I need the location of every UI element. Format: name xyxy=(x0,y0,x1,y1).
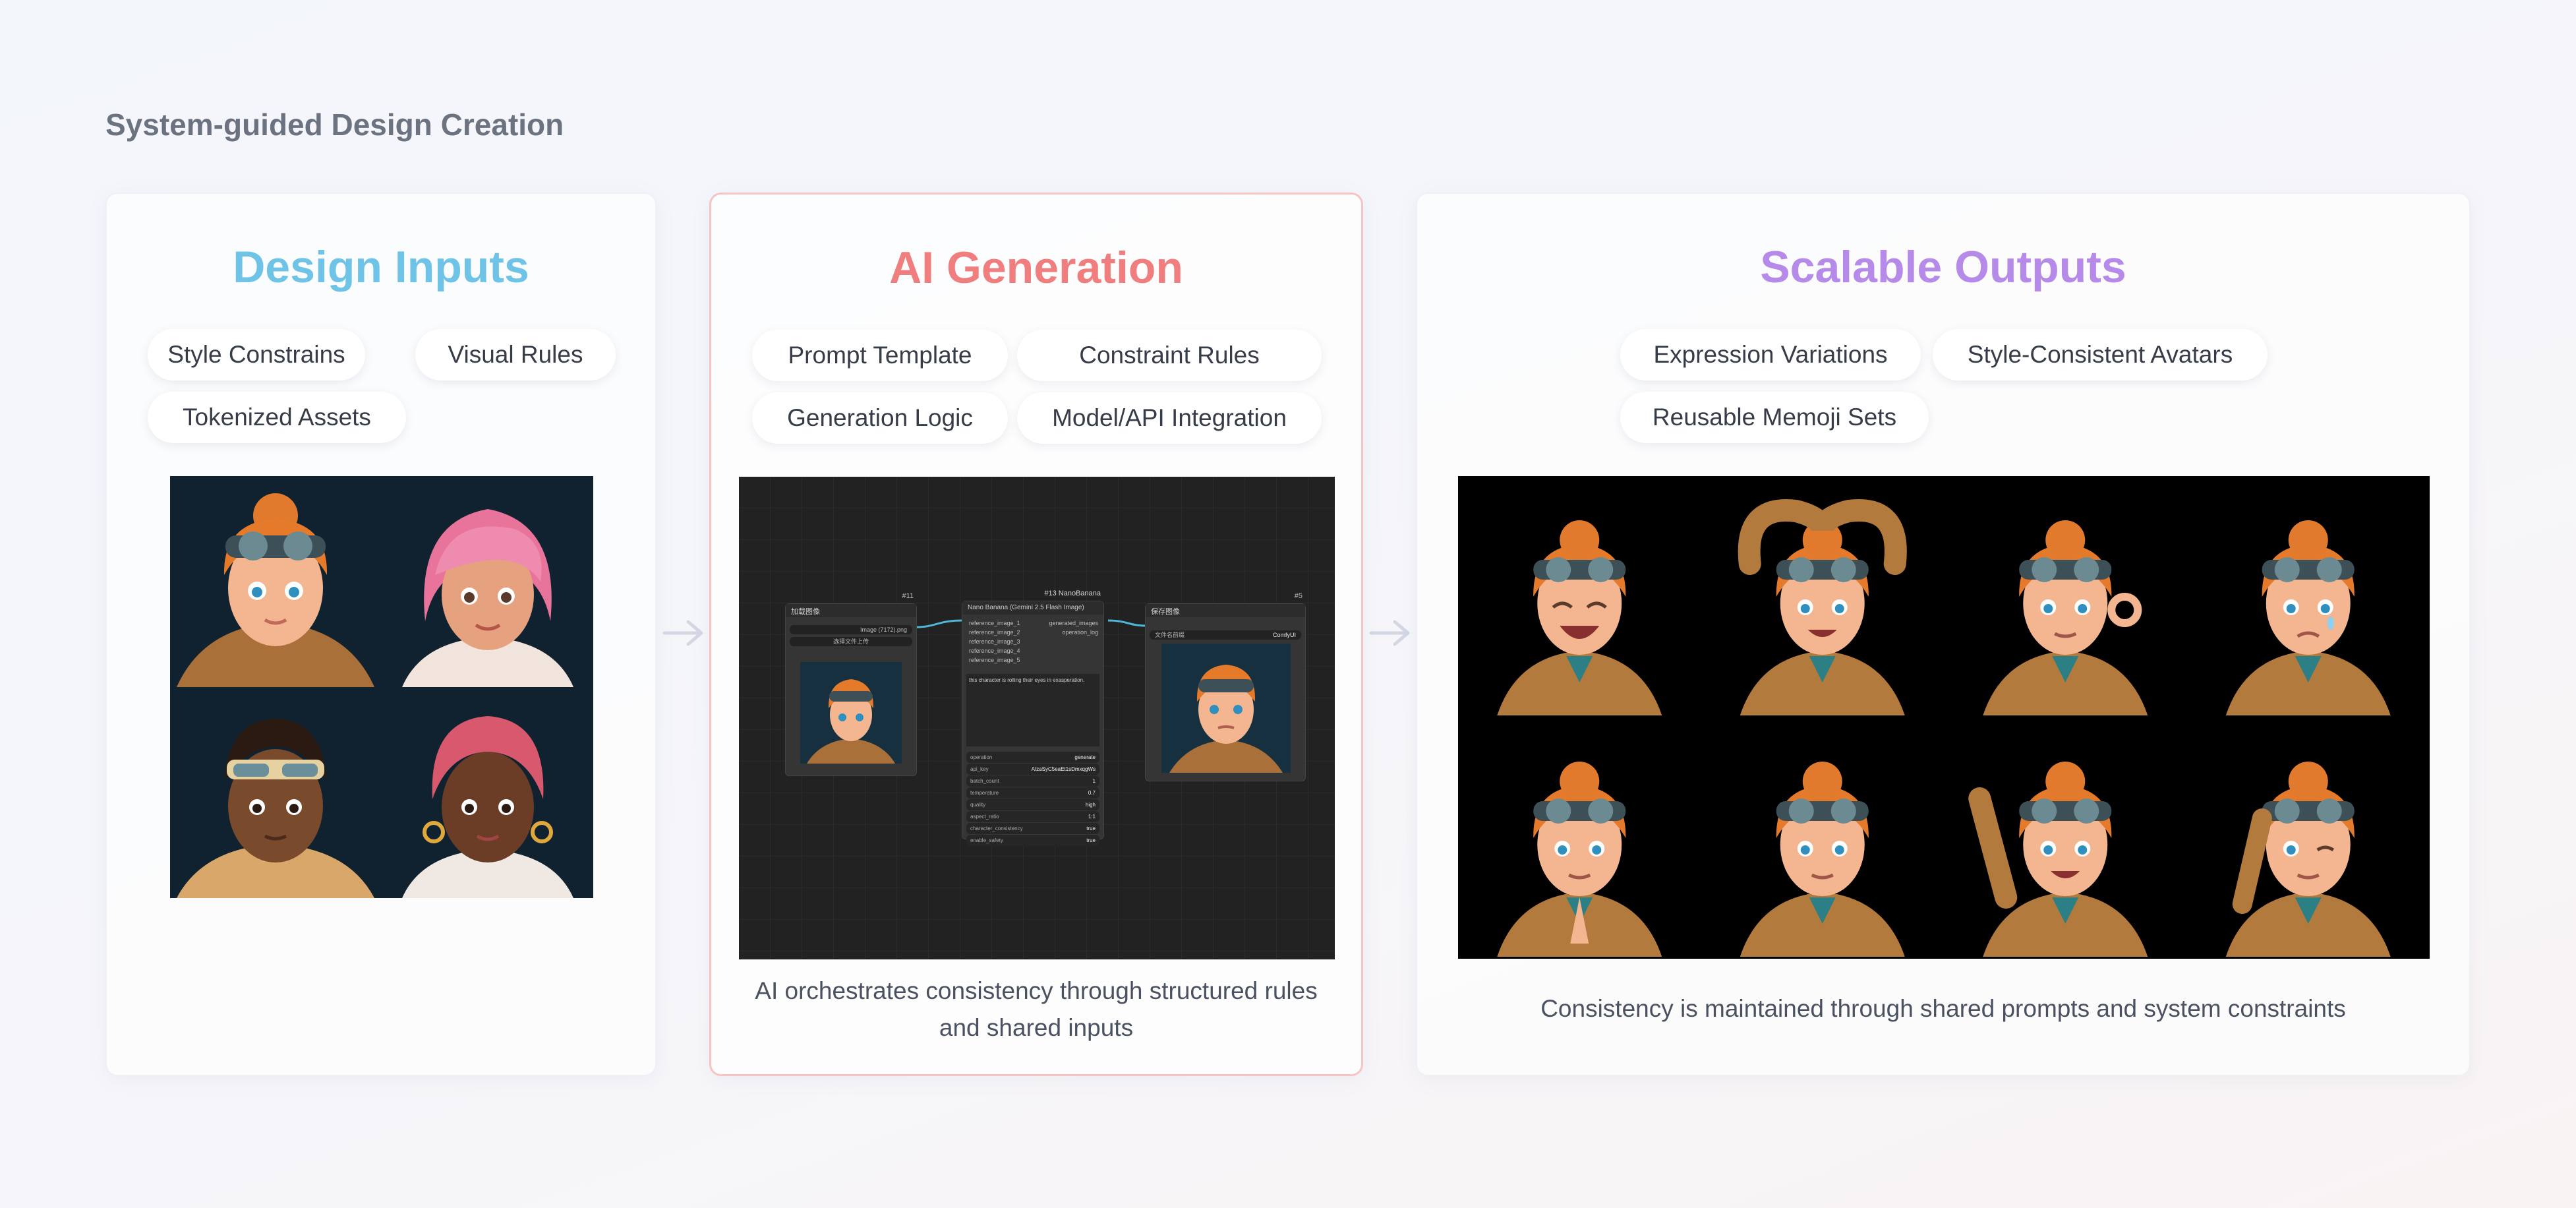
upload-button[interactable]: 选择文件上传 xyxy=(790,637,912,646)
param-row[interactable]: api_key AIzaSyC5eaEt1sDmxqgWs xyxy=(966,764,1099,775)
param-row[interactable]: temperature 0.7 xyxy=(966,787,1099,799)
expression-laughing xyxy=(1497,520,1662,715)
input-preview-image xyxy=(800,662,902,764)
param-row[interactable]: quality high xyxy=(966,799,1099,810)
tag-constraint-rules: Constraint Rules xyxy=(1017,330,1322,381)
node-id: #13 NanoBanana xyxy=(1044,589,1101,597)
output-slot[interactable]: generated_images xyxy=(1049,619,1098,628)
node-title: 加载图像 xyxy=(786,604,916,617)
expression-saluting-wink xyxy=(2225,762,2391,957)
node-inputs: reference_image_1 reference_image_2 refe… xyxy=(969,619,1020,665)
node-title: Nano Banana (Gemini 2.5 Flash Image) xyxy=(962,601,1103,615)
expression-set-art xyxy=(1497,499,2391,957)
filename-prefix-field[interactable]: 文件名前缀 ComfyUI xyxy=(1150,630,1301,640)
ai-generation-title: AI Generation xyxy=(889,243,1183,293)
expression-waving xyxy=(1968,762,2148,957)
input-slot[interactable]: reference_image_5 xyxy=(969,655,1020,665)
output-slot[interactable]: operation_log xyxy=(1049,628,1098,637)
node-nano-banana[interactable]: #13 NanoBanana Nano Banana (Gemini 2.5 F… xyxy=(962,589,1104,846)
image-field[interactable]: Image (7172).png xyxy=(790,625,912,634)
node-save-image[interactable]: #5 保存图像 文件名前缀 ComfyUI xyxy=(1145,592,1306,781)
expression-praying xyxy=(1497,762,1662,957)
tag-visual-rules: Visual Rules xyxy=(415,329,616,380)
ai-generation-caption: AI orchestrates consistency through stru… xyxy=(731,973,1341,1046)
param-row[interactable]: operation generate xyxy=(966,752,1099,763)
tag-model-api-integration: Model/API Integration xyxy=(1017,392,1322,444)
caption-line: AI orchestrates consistency through stru… xyxy=(755,977,1318,1004)
caption-line: and shared inputs xyxy=(939,1014,1134,1041)
expression-heart-hands xyxy=(1738,499,1907,715)
input-avatars-grid xyxy=(170,476,593,898)
design-inputs-title: Design Inputs xyxy=(233,242,529,292)
flow-arrow-2 xyxy=(1368,617,1412,653)
param-row[interactable]: enable_safety true xyxy=(966,835,1099,846)
node-id: #5 xyxy=(1294,592,1303,600)
tag-generation-logic: Generation Logic xyxy=(752,392,1008,444)
output-expressions-grid xyxy=(1458,476,2430,959)
input-slot[interactable]: reference_image_3 xyxy=(969,637,1020,646)
tag-reusable-memoji-sets: Reusable Memoji Sets xyxy=(1620,392,1929,443)
input-slot[interactable]: reference_image_2 xyxy=(969,628,1020,637)
page-heading: System-guided Design Creation xyxy=(105,107,564,142)
scalable-outputs-title: Scalable Outputs xyxy=(1760,242,2126,292)
arrow-right-icon xyxy=(1369,620,1410,646)
avatar-grid-art xyxy=(170,476,593,898)
design-inputs-card: Design Inputs Style Constrains Visual Ru… xyxy=(105,193,657,1076)
expression-skeptical xyxy=(1740,762,1905,957)
param-list: operation generate api_key AIzaSyC5eaEt1sD… xyxy=(966,752,1099,847)
node-title: 保存图像 xyxy=(1146,604,1305,617)
input-slot[interactable]: reference_image_1 xyxy=(969,619,1020,628)
prompt-textarea[interactable]: this character is rolling their eyes in … xyxy=(966,674,1099,746)
param-row[interactable]: character_consistency true xyxy=(966,823,1099,834)
tag-style-consistent-avatars: Style-Consistent Avatars xyxy=(1933,329,2268,380)
output-preview-image xyxy=(1161,644,1291,773)
param-row[interactable]: aspect_ratio 1:1 xyxy=(966,811,1099,822)
scalable-outputs-card: Scalable Outputs Expression Variations S… xyxy=(1416,193,2471,1076)
input-slot[interactable]: reference_image_4 xyxy=(969,646,1020,655)
node-outputs: generated_images operation_log xyxy=(1049,619,1098,637)
node-graph-screenshot: #11 加载图像 Image (7172).png 选择文件上传 #13 Nan… xyxy=(739,477,1335,959)
tag-prompt-template: Prompt Template xyxy=(752,330,1008,381)
tag-style-constrains: Style Constrains xyxy=(148,329,365,380)
scalable-outputs-caption: Consistency is maintained through shared… xyxy=(1540,995,2346,1022)
ai-generation-card: AI Generation Prompt Template Constraint… xyxy=(709,193,1363,1076)
node-load-image[interactable]: #11 加载图像 Image (7172).png 选择文件上传 xyxy=(785,592,917,776)
arrow-right-icon xyxy=(662,620,703,646)
node-id: #11 xyxy=(902,592,914,600)
expression-crying xyxy=(2225,520,2391,715)
param-row[interactable]: batch_count 1 xyxy=(966,775,1099,787)
tag-tokenized-assets: Tokenized Assets xyxy=(148,392,406,443)
tag-expression-variations: Expression Variations xyxy=(1620,329,1921,380)
flow-arrow-1 xyxy=(662,617,705,653)
expression-ok-sign xyxy=(1983,520,2148,715)
